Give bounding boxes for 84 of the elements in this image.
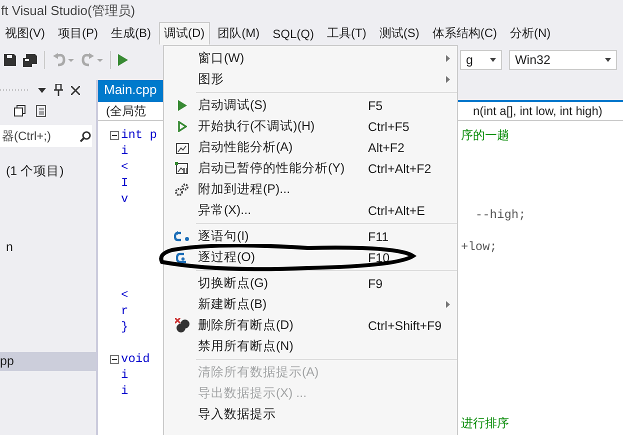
tree-item[interactable]: pp (0, 352, 96, 371)
collapse-all-icon[interactable] (14, 105, 26, 117)
play-icon (178, 100, 186, 111)
document-tab[interactable]: Main.cpp (98, 80, 166, 100)
menu-item-label: 附加到进程(P)... (198, 182, 290, 196)
menu-item-label: 启动性能分析(A) (198, 140, 293, 154)
menu-bar-item[interactable]: 视图(V) (0, 22, 50, 45)
dropdown-arrow-icon[interactable] (38, 88, 46, 92)
step-into-icon (174, 231, 190, 242)
code-text: v (121, 192, 128, 206)
fold-toggle-icon[interactable] (110, 354, 119, 364)
menu-item-label: 逐语句(I) (198, 229, 249, 243)
chart-pause-icon (175, 162, 189, 175)
properties-icon[interactable] (36, 104, 48, 118)
code-text: < (121, 288, 128, 302)
gears-icon (175, 183, 189, 196)
menu-bar-item[interactable]: 生成(B) (106, 22, 156, 45)
menu-bar-item[interactable]: 项目(P) (53, 22, 103, 45)
menu-item-label: 删除所有断点(D) (198, 318, 294, 332)
shortcut-text: F5 (368, 98, 383, 112)
shortcut-text: Alt+F2 (368, 140, 404, 154)
code-text: I (121, 176, 128, 190)
code-comment: 进行排序 (461, 414, 509, 432)
menu-item-label: 逐过程(O) (198, 250, 256, 264)
pin-icon[interactable] (54, 84, 63, 96)
menu-bar-item[interactable]: SQL(Q) (268, 22, 320, 45)
scope-dropdown[interactable]: (全局范 (98, 102, 146, 120)
configuration-dropdown[interactable]: g (460, 50, 502, 70)
platform-dropdown[interactable]: Win32 (509, 50, 617, 70)
step-over-icon (176, 252, 188, 264)
code-text: < (121, 160, 128, 174)
play-outline-icon (178, 121, 186, 132)
tree-item[interactable]: (1 个项目) (0, 162, 96, 181)
member-dropdown[interactable]: n(int a[], int low, int high) (473, 102, 623, 120)
shortcut-text: F11 (368, 230, 389, 244)
menu-item-label: 新建断点(B) (198, 297, 267, 311)
save-all-icon[interactable] (23, 54, 37, 66)
tree-item[interactable]: n (0, 238, 96, 257)
code-text: i (121, 144, 128, 158)
save-icon[interactable] (4, 54, 16, 66)
menu-bar-item[interactable]: 调试(D) (159, 22, 210, 45)
close-icon[interactable] (71, 86, 80, 94)
delete-breakpoints-icon (174, 318, 190, 333)
menu-item-label: 清除所有数据提示(A) (198, 365, 319, 379)
submenu-arrow-icon (446, 55, 450, 62)
search-field[interactable]: 器(Ctrl+;) (0, 125, 92, 147)
menu-item-label: 启动调试(S) (198, 98, 267, 112)
menu-item-label: 窗口(W) (198, 51, 244, 65)
menu-item-label: 异常(X)... (198, 203, 252, 217)
menu-item-label: 启动已暂停的性能分析(Y) (198, 161, 345, 175)
code-text: void (121, 352, 150, 366)
menu-item-label: 导入数据提示 (198, 407, 276, 421)
shortcut-text: Ctrl+F5 (368, 120, 410, 134)
code-comment: 序的一趟 (461, 126, 509, 144)
play-icon[interactable] (118, 54, 128, 66)
submenu-arrow-icon (446, 301, 450, 308)
code-text: i (121, 368, 128, 382)
code-text: r (121, 304, 128, 318)
shortcut-text: Ctrl+Shift+F9 (368, 318, 442, 332)
shortcut-text: F10 (368, 250, 390, 264)
window-title: ft Visual Studio(管理员) (0, 2, 136, 20)
menu-bar-item[interactable]: 团队(M) (212, 22, 265, 45)
menu-item-label: 图形 (198, 72, 224, 86)
submenu-arrow-icon (446, 76, 450, 83)
code-text: +low; (461, 240, 498, 254)
shortcut-text: Ctrl+Alt+E (368, 204, 425, 218)
menu-bar-item[interactable]: 测试(S) (374, 22, 424, 45)
code-text: i (121, 384, 128, 398)
menu-item-label: 禁用所有断点(N) (198, 339, 294, 353)
menu-bar-item[interactable]: 体系结构(C) (427, 22, 502, 45)
menu-bar-item[interactable]: 工具(T) (322, 22, 372, 45)
menu-item-label: 开始执行(不调试)(H) (198, 119, 315, 133)
menu-item-label: 导出数据提示(X) ... (198, 386, 307, 400)
menu-item-label: 切换断点(G) (198, 276, 268, 290)
code-text: } (121, 320, 128, 334)
shortcut-text: Ctrl+Alt+F2 (368, 162, 432, 176)
code-text: --high; (474, 208, 526, 222)
code-text: int p (121, 128, 158, 142)
search-icon[interactable] (80, 131, 91, 142)
chart-window-icon (175, 142, 189, 154)
fold-toggle-icon[interactable] (110, 130, 119, 140)
shortcut-text: F9 (368, 276, 383, 290)
menu-bar-item[interactable]: 分析(N) (505, 22, 556, 45)
dotted-grip-icon (0, 88, 30, 92)
